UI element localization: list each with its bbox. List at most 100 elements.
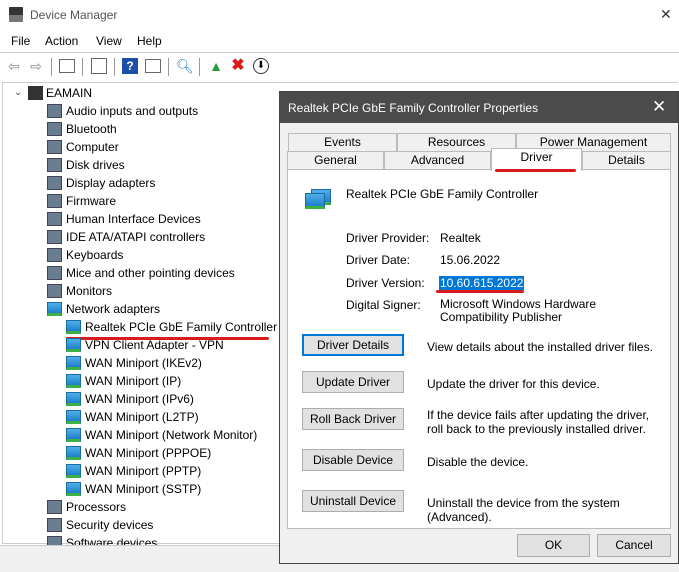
disable-device-desc: Disable the device. bbox=[427, 455, 529, 469]
device-category-icon bbox=[47, 518, 62, 532]
tree-item-label: WAN Miniport (L2TP) bbox=[85, 410, 199, 424]
tree-device[interactable]: WAN Miniport (Network Monitor) bbox=[66, 426, 257, 444]
show-hide-console-tree-icon[interactable] bbox=[59, 59, 75, 73]
action-pane-icon[interactable] bbox=[145, 59, 161, 73]
back-icon[interactable]: ⇦ bbox=[6, 58, 22, 74]
update-driver-icon[interactable]: ▲ bbox=[208, 58, 224, 74]
network-adapter-icon bbox=[66, 410, 81, 424]
device-category-icon bbox=[47, 284, 62, 298]
tree-category[interactable]: ›Bluetooth bbox=[47, 120, 117, 138]
tree-device[interactable]: WAN Miniport (PPTP) bbox=[66, 462, 202, 480]
tree-category[interactable]: ›Audio inputs and outputs bbox=[47, 102, 199, 120]
chevron-down-icon[interactable]: ⌄ bbox=[12, 84, 24, 102]
roll-back-driver-button[interactable]: Roll Back Driver bbox=[302, 408, 404, 430]
tree-item-label: VPN Client Adapter - VPN bbox=[85, 338, 224, 352]
tree-device[interactable]: WAN Miniport (SSTP) bbox=[66, 480, 201, 498]
close-icon[interactable]: ✕ bbox=[652, 97, 666, 117]
tree-root-label: EAMAIN bbox=[46, 86, 93, 100]
tree-item-label: WAN Miniport (IP) bbox=[85, 374, 182, 388]
tree-item-label: Security devices bbox=[66, 518, 154, 532]
tree-category[interactable]: ›IDE ATA/ATAPI controllers bbox=[47, 228, 205, 246]
menu-file[interactable]: File bbox=[11, 34, 30, 48]
update-driver-desc: Update the driver for this device. bbox=[427, 377, 600, 391]
device-category-icon bbox=[47, 266, 62, 280]
network-adapter-icon bbox=[66, 446, 81, 460]
driver-version-value[interactable]: 10.60.615.2022 bbox=[439, 276, 525, 290]
tree-item-label: Keyboards bbox=[66, 248, 124, 262]
dialog-title-bar: Realtek PCIe GbE Family Controller Prope… bbox=[280, 92, 678, 123]
cancel-button[interactable]: Cancel bbox=[597, 534, 671, 557]
tab-advanced[interactable]: Advanced bbox=[384, 151, 491, 169]
driver-details-desc: View details about the installed driver … bbox=[427, 340, 653, 354]
driver-date-value: 15.06.2022 bbox=[440, 253, 501, 267]
menu-help[interactable]: Help bbox=[137, 34, 162, 48]
tree-device[interactable]: WAN Miniport (IPv6) bbox=[66, 390, 194, 408]
toolbar: ⇦ ⇨ ? 🔍︎ ▲ ✖ ⬇ bbox=[0, 52, 679, 80]
tree-item-label: Computer bbox=[66, 140, 119, 154]
tree-device[interactable]: WAN Miniport (IKEv2) bbox=[66, 354, 202, 372]
tree-item-label: Mice and other pointing devices bbox=[66, 266, 235, 280]
toolbar-separator bbox=[82, 58, 83, 76]
driver-date-label: Driver Date: bbox=[346, 253, 411, 267]
device-category-icon bbox=[47, 104, 62, 118]
forward-icon[interactable]: ⇨ bbox=[28, 58, 44, 74]
toolbar-separator bbox=[51, 58, 52, 76]
network-adapter-icon bbox=[66, 482, 81, 496]
properties-icon[interactable] bbox=[91, 58, 107, 74]
tree-item-label: Processors bbox=[66, 500, 127, 514]
properties-dialog: Realtek PCIe GbE Family Controller Prope… bbox=[279, 91, 679, 564]
dialog-title: Realtek PCIe GbE Family Controller Prope… bbox=[288, 101, 539, 115]
uninstall-device-button[interactable]: Uninstall Device bbox=[302, 490, 404, 512]
tree-device[interactable]: WAN Miniport (PPPOE) bbox=[66, 444, 211, 462]
network-adapter-icon bbox=[47, 302, 62, 316]
network-adapter-icon bbox=[66, 392, 81, 406]
tree-category[interactable]: ›Display adapters bbox=[47, 174, 156, 192]
tree-category[interactable]: ›Mice and other pointing devices bbox=[47, 264, 235, 282]
help-icon[interactable]: ? bbox=[122, 58, 138, 74]
device-category-icon bbox=[47, 248, 62, 262]
driver-provider-value: Realtek bbox=[440, 231, 481, 245]
tree-item-label: WAN Miniport (IPv6) bbox=[85, 392, 194, 406]
tree-category[interactable]: ›Security devices bbox=[47, 516, 154, 534]
tree-item-label: WAN Miniport (IKEv2) bbox=[85, 356, 202, 370]
tree-category[interactable]: ›Computer bbox=[47, 138, 119, 156]
menu-action[interactable]: Action bbox=[45, 34, 78, 48]
disable-icon[interactable]: ⬇ bbox=[253, 58, 269, 74]
roll-back-driver-desc: If the device fails after updating the d… bbox=[427, 408, 650, 436]
close-window-button[interactable]: ✕ bbox=[660, 6, 672, 23]
tree-category[interactable]: ›Keyboards bbox=[47, 246, 124, 264]
update-driver-button[interactable]: Update Driver bbox=[302, 371, 404, 393]
device-category-icon bbox=[47, 230, 62, 244]
scan-hardware-icon[interactable]: 🔍︎ bbox=[176, 58, 194, 74]
tree-category[interactable]: ›Monitors bbox=[47, 282, 112, 300]
tree-category[interactable]: ›Disk drives bbox=[47, 156, 125, 174]
digital-signer-value: Microsoft Windows Hardware Compatibility… bbox=[440, 297, 597, 324]
tab-details[interactable]: Details bbox=[582, 151, 671, 169]
disable-device-button[interactable]: Disable Device bbox=[302, 449, 404, 471]
tree-category[interactable]: ⌄Network adapters bbox=[46, 300, 161, 318]
tree-root[interactable]: ⌄ EAMAIN bbox=[14, 84, 93, 102]
uninstall-icon[interactable]: ✖ bbox=[230, 58, 246, 74]
ok-button[interactable]: OK bbox=[517, 534, 590, 557]
device-category-icon bbox=[47, 140, 62, 154]
tab-general[interactable]: General bbox=[287, 151, 384, 169]
tree-category[interactable]: ›Human Interface Devices bbox=[47, 210, 201, 228]
tree-device[interactable]: WAN Miniport (IP) bbox=[66, 372, 182, 390]
tree-item-label: Display adapters bbox=[66, 176, 156, 190]
menu-view[interactable]: View bbox=[96, 34, 122, 48]
tree-item-label: WAN Miniport (PPTP) bbox=[85, 464, 202, 478]
network-adapter-icon bbox=[66, 338, 81, 352]
tree-device[interactable]: WAN Miniport (L2TP) bbox=[66, 408, 199, 426]
menu-bar: File Action View Help bbox=[0, 30, 679, 52]
tree-item-label: Audio inputs and outputs bbox=[66, 104, 199, 118]
tree-category[interactable]: ›Processors bbox=[47, 498, 127, 516]
tree-device[interactable]: Realtek PCIe GbE Family Controller bbox=[66, 318, 277, 336]
tab-events[interactable]: Events bbox=[288, 133, 397, 151]
tree-item-label: Network adapters bbox=[66, 302, 161, 316]
tree-device[interactable]: VPN Client Adapter - VPN bbox=[66, 336, 224, 354]
network-adapter-icon bbox=[66, 356, 81, 370]
tab-driver[interactable]: Driver bbox=[491, 148, 582, 171]
tree-category[interactable]: ›Firmware bbox=[47, 192, 116, 210]
driver-details-button[interactable]: Driver Details bbox=[302, 334, 404, 356]
toolbar-separator bbox=[199, 58, 200, 76]
